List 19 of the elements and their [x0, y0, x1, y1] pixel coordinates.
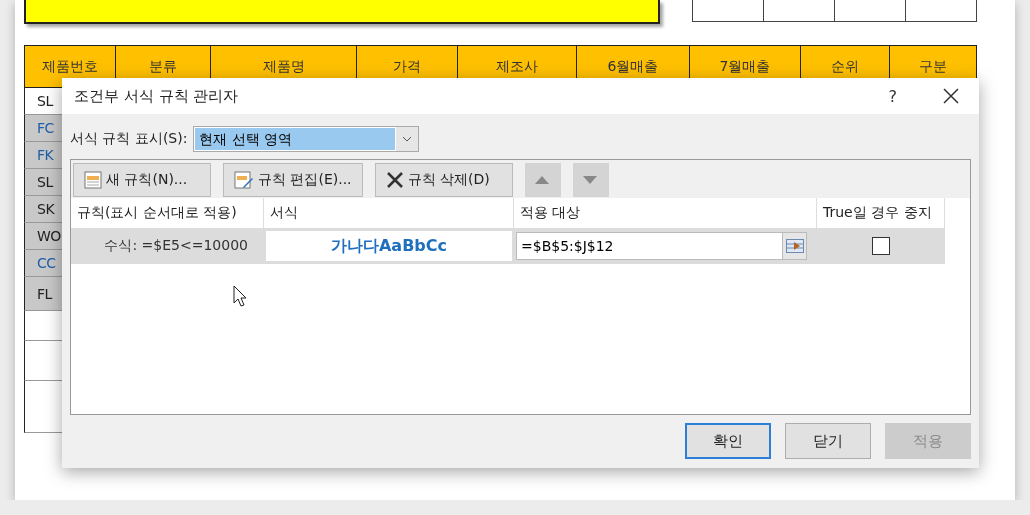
help-button[interactable]: ?: [888, 86, 897, 106]
close-button[interactable]: [941, 86, 961, 106]
down-arrow-icon: [582, 176, 597, 184]
scope-dropdown[interactable]: 현재 선택 영역: [193, 126, 420, 152]
stop-if-true-checkbox[interactable]: [872, 237, 890, 255]
rule-row[interactable]: 수식: =$E5<=10000: [71, 228, 264, 264]
pointer-icon: [233, 285, 247, 307]
dialog-button[interactable]: 닫기: [785, 423, 871, 459]
toolbar-button[interactable]: 규칙 편집(E)...: [223, 163, 363, 197]
range-picker-button[interactable]: [782, 233, 806, 259]
format-preview: 가나다AaBbCc: [266, 231, 512, 261]
applies-to-field[interactable]: =$B$5:$J$12: [516, 232, 807, 260]
toolbar-button[interactable]: 규칙 삭제(D): [374, 163, 513, 197]
rule-list-icon: [84, 171, 102, 189]
delete-icon: [385, 171, 404, 189]
up-arrow-icon: [534, 176, 549, 184]
toolbar-button[interactable]: 새 규칙(N)...: [73, 163, 211, 197]
dialog-button[interactable]: 확인: [685, 423, 771, 459]
chevron-down-icon: [402, 136, 413, 142]
